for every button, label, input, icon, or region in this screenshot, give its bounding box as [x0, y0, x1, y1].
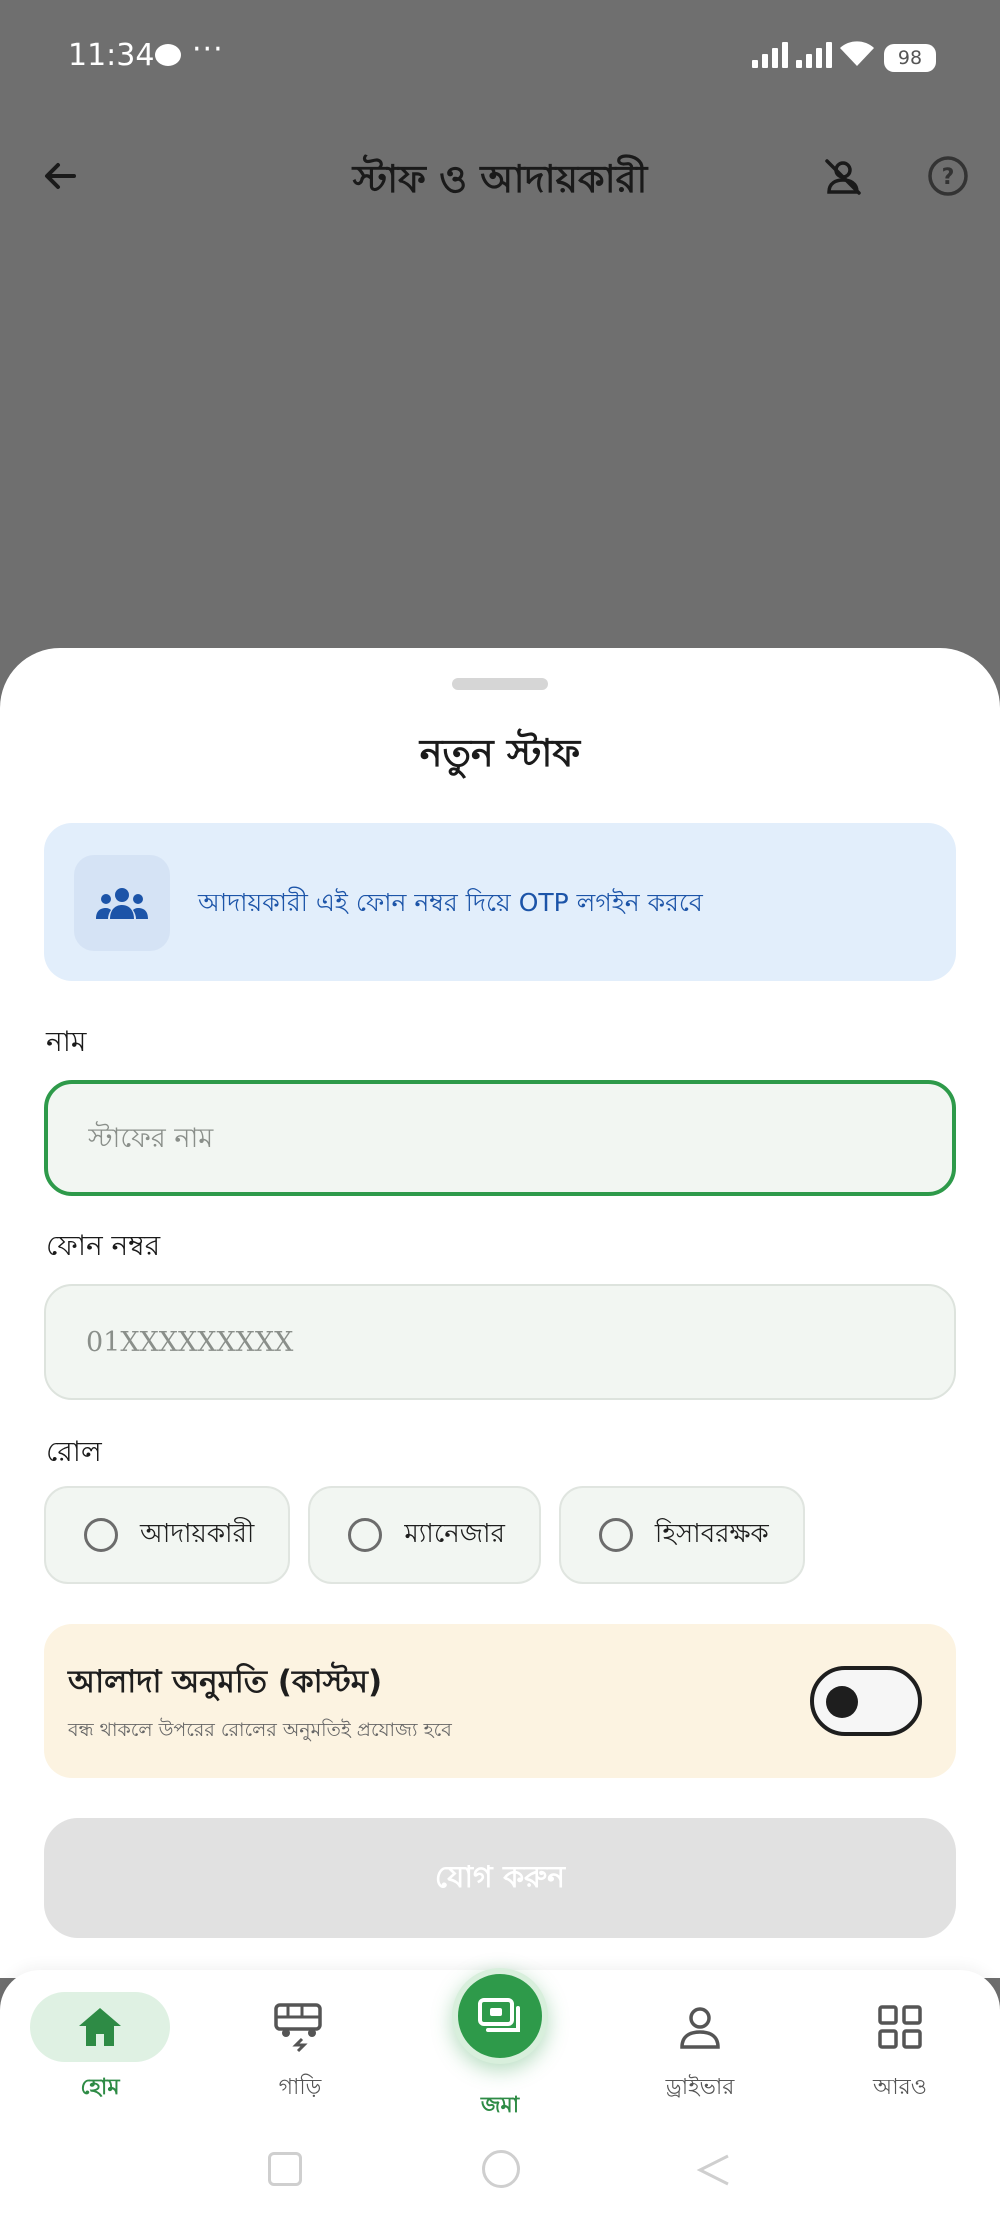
role-option-collector[interactable]: আদায়কারী — [44, 1486, 291, 1584]
custom-permission-toggle[interactable] — [810, 1666, 922, 1736]
person-off-icon[interactable] — [822, 156, 864, 198]
svg-text:?: ? — [942, 165, 955, 190]
status-bar: 11:34 ··· 98 — [0, 0, 1000, 110]
recent-apps-icon[interactable] — [268, 2152, 302, 2186]
nav-item-more[interactable]: আরও — [820, 1992, 980, 2107]
role-label-collector: আদায়কারী — [140, 1519, 255, 1549]
nav-label-home: হোম — [80, 2075, 120, 2100]
role-option-accountant[interactable]: হিসাবরক্ষক — [558, 1486, 805, 1584]
bottom-nav: হোম গাড়ি জমা ড্রাইভার আরও — [0, 1968, 1000, 2130]
custom-permission-title: আলাদা অনুমতি (কাস্টম) — [68, 1664, 383, 1700]
nav-label-drivers: ড্রাইভার — [665, 2075, 735, 2100]
info-text: আদায়কারী এই ফোন নম্বর দিয়ে OTP লগইন কর… — [198, 888, 703, 917]
system-nav-bar — [0, 2130, 1000, 2225]
nav-item-vehicles[interactable]: গাড়ি — [220, 1992, 380, 2107]
status-time: 11:34 — [68, 38, 155, 73]
phone-input[interactable] — [86, 1286, 906, 1398]
radio-icon[interactable] — [598, 1518, 633, 1552]
home-icon — [79, 2008, 121, 2046]
custom-permission-card: আলাদা অনুমতি (কাস্টম) বন্ধ থাকলে উপরের র… — [44, 1624, 956, 1778]
sheet-title: নতুন স্টাফ — [419, 731, 581, 775]
group-icon — [74, 855, 170, 951]
role-label-accountant: হিসাবরক্ষক — [654, 1519, 769, 1549]
back-system-icon[interactable] — [696, 2152, 732, 2188]
phone-field[interactable] — [44, 1284, 956, 1400]
nav-item-drivers[interactable]: ড্রাইভার — [620, 1992, 780, 2107]
sheet-drag-handle[interactable] — [452, 678, 548, 690]
person-icon — [680, 2007, 720, 2049]
role-label: রোল — [46, 1435, 102, 1468]
nav-label-more: আরও — [873, 2075, 927, 2100]
app-bar: স্টাফ ও আদায়কারী ? — [0, 110, 1000, 240]
custom-permission-subtitle: বন্ধ থাকলে উপরের রোলের অনুমতিই প্রযোজ্য … — [68, 1719, 452, 1741]
nav-item-home[interactable]: হোম — [20, 1992, 180, 2107]
wifi-icon — [840, 41, 874, 66]
name-input[interactable] — [88, 1084, 908, 1192]
toggle-knob — [826, 1686, 858, 1718]
chat-bubble-icon — [155, 44, 181, 66]
signal-icon — [752, 40, 788, 68]
more-notifications-icon: ··· — [192, 32, 224, 67]
phone-label: ফোন নম্বর — [46, 1229, 161, 1262]
info-banner: আদায়কারী এই ফোন নম্বর দিয়ে OTP লগইন কর… — [44, 823, 956, 981]
signal-icon-2 — [796, 40, 832, 68]
role-label-manager: ম্যানেজার — [404, 1519, 505, 1549]
nav-label-deposit: জমা — [480, 2093, 520, 2118]
home-system-icon[interactable] — [482, 2150, 520, 2188]
role-options: আদায়কারী ম্যানেজার হিসাবরক্ষক — [44, 1486, 805, 1584]
name-field[interactable] — [44, 1080, 956, 1196]
help-icon[interactable]: ? — [926, 154, 970, 198]
nav-item-deposit[interactable] — [452, 1968, 548, 2064]
cash-icon — [478, 1998, 520, 2032]
name-label: নাম — [46, 1025, 87, 1058]
radio-icon[interactable] — [84, 1518, 118, 1552]
add-button[interactable]: যোগ করুন — [44, 1818, 956, 1938]
role-option-manager[interactable]: ম্যানেজার — [308, 1486, 541, 1584]
radio-icon[interactable] — [348, 1518, 383, 1552]
new-staff-sheet: নতুন স্টাফ আদায়কারী এই ফোন নম্বর দিয়ে … — [0, 648, 1000, 1978]
nav-label-vehicles: গাড়ি — [278, 2075, 322, 2100]
battery-icon: 98 — [884, 44, 936, 72]
grid-icon — [878, 2005, 922, 2049]
bus-icon — [274, 2003, 322, 2053]
